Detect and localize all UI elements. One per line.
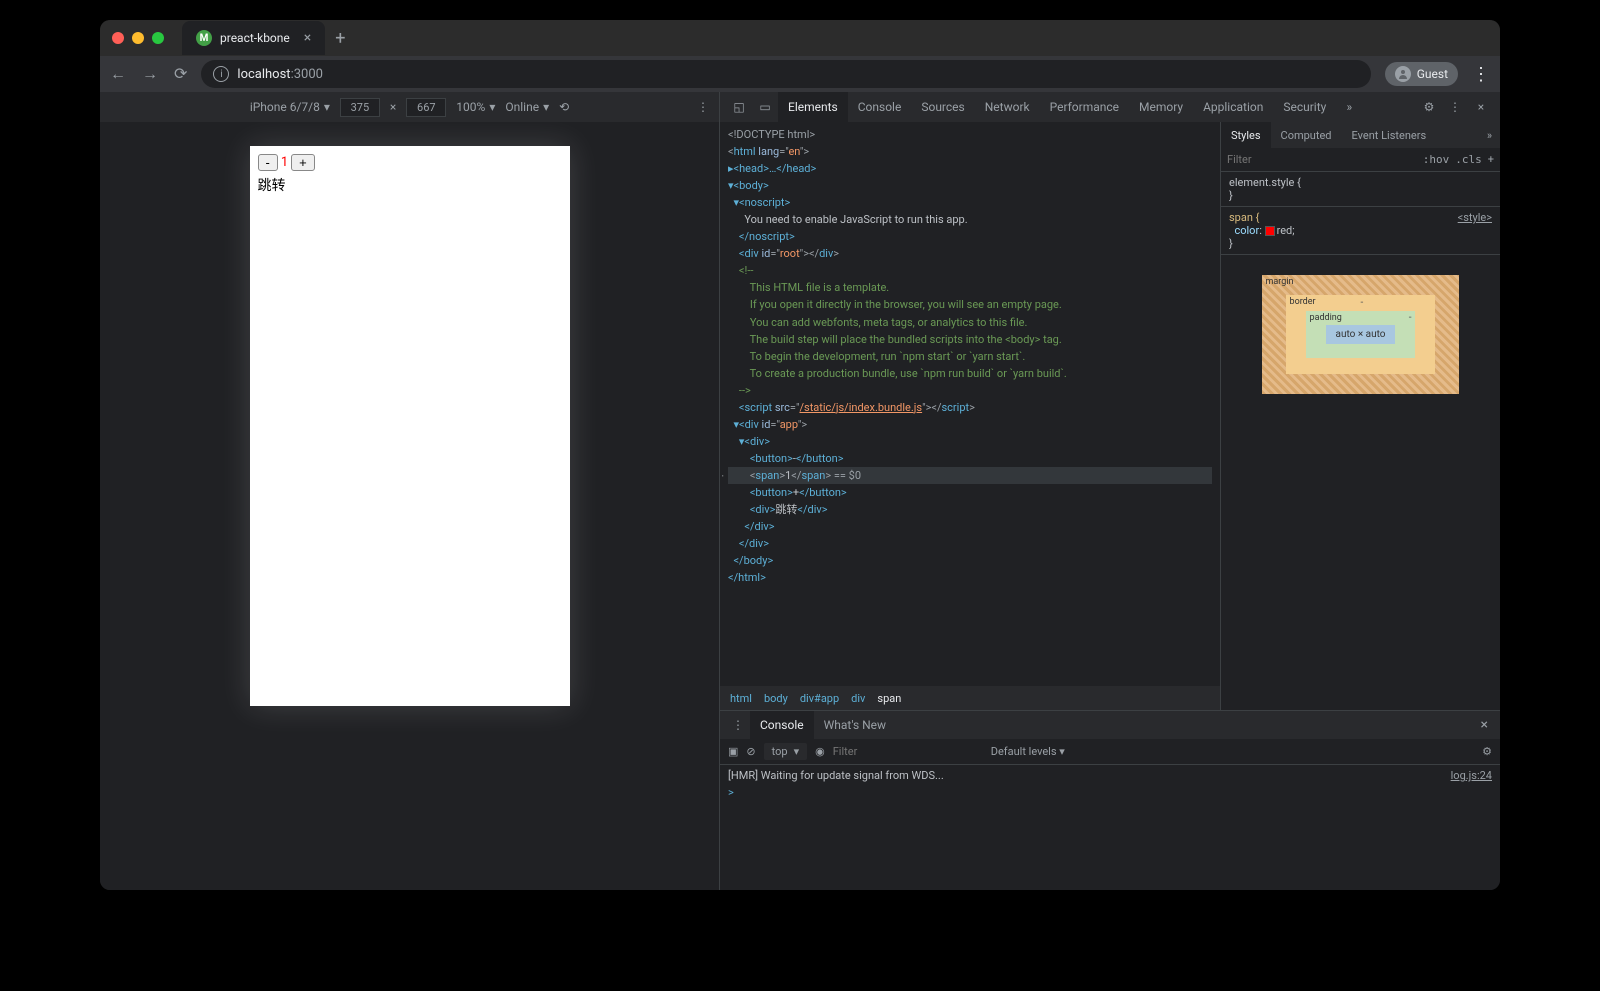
color-swatch[interactable]: [1265, 226, 1275, 236]
address-bar[interactable]: i localhost:3000: [201, 60, 1370, 88]
close-drawer-icon[interactable]: ×: [1475, 717, 1494, 733]
toggle-device-icon[interactable]: ▭: [752, 100, 778, 114]
zoom-select[interactable]: 100% ▾: [456, 100, 495, 114]
viewport-height-input[interactable]: [406, 98, 446, 117]
drawer-tab-whatsnew[interactable]: What's New: [814, 711, 896, 739]
styles-panel: Styles Computed Event Listeners » :hov .…: [1220, 122, 1500, 710]
close-devtools-icon[interactable]: ×: [1468, 100, 1494, 114]
hov-toggle[interactable]: :hov: [1423, 153, 1450, 166]
rotate-icon[interactable]: ⟲: [559, 100, 569, 114]
minimize-window-button[interactable]: [132, 32, 144, 44]
forward-button[interactable]: →: [142, 64, 158, 84]
traffic-lights: [112, 32, 164, 44]
tab-application[interactable]: Application: [1193, 92, 1273, 122]
device-preview-pane: iPhone 6/7/8 ▾ × 100% ▾ Online ▾ ⟲ ⋮ - 1…: [100, 92, 720, 890]
maximize-window-button[interactable]: [152, 32, 164, 44]
console-prompt[interactable]: >: [728, 786, 1492, 799]
browser-window: M preact-kbone × + ← → ⟳ i localhost:300…: [100, 20, 1500, 890]
dom-tree[interactable]: <!DOCTYPE html> <html lang="en"> ▸<head>…: [720, 122, 1220, 686]
tab-security[interactable]: Security: [1273, 92, 1336, 122]
elements-panel: <!DOCTYPE html> <html lang="en"> ▸<head>…: [720, 122, 1220, 710]
box-model-diagram[interactable]: margin border- padding- auto × auto: [1221, 255, 1500, 414]
tab-performance[interactable]: Performance: [1040, 92, 1129, 122]
drawer-tab-console[interactable]: Console: [750, 711, 814, 739]
titlebar: M preact-kbone × +: [100, 20, 1500, 56]
new-style-rule-icon[interactable]: +: [1488, 153, 1494, 166]
rendered-page: - 1 + 跳转: [250, 146, 570, 706]
tab-elements[interactable]: Elements: [778, 92, 848, 122]
site-info-icon[interactable]: i: [213, 66, 229, 82]
computed-tab[interactable]: Computed: [1271, 122, 1342, 148]
close-window-button[interactable]: [112, 32, 124, 44]
favicon: M: [196, 30, 212, 46]
avatar-icon: [1395, 66, 1411, 82]
decrement-button[interactable]: -: [258, 154, 278, 171]
more-options-icon[interactable]: ⋮: [697, 100, 709, 114]
increment-button[interactable]: +: [291, 154, 315, 171]
browser-menu-button[interactable]: ⋮: [1472, 64, 1490, 85]
profile-chip[interactable]: Guest: [1385, 62, 1458, 86]
browser-toolbar: ← → ⟳ i localhost:3000 Guest ⋮: [100, 56, 1500, 92]
url-port: :3000: [291, 67, 323, 82]
viewport-width-input[interactable]: [340, 98, 380, 117]
log-levels-select[interactable]: Default levels ▾: [991, 745, 1065, 758]
back-button[interactable]: ←: [110, 64, 126, 84]
styles-tab[interactable]: Styles: [1221, 122, 1271, 148]
cls-toggle[interactable]: .cls: [1455, 153, 1482, 166]
inspect-element-icon[interactable]: ◱: [726, 100, 752, 114]
styles-filter-input[interactable]: [1227, 153, 1417, 166]
url-host: localhost: [237, 67, 290, 82]
profile-label: Guest: [1417, 67, 1448, 81]
console-drawer: ⋮ Console What's New × ▣ ⊘ top ▾ ◉ Defau…: [720, 710, 1500, 890]
css-rule-block[interactable]: <style> span { color: red; }: [1221, 207, 1500, 255]
more-styles-tabs-icon[interactable]: »: [1479, 129, 1500, 142]
dimension-separator: ×: [390, 100, 396, 114]
breadcrumb[interactable]: html body div#app div span: [720, 686, 1220, 710]
nav-link[interactable]: 跳转: [258, 175, 562, 195]
event-listeners-tab[interactable]: Event Listeners: [1342, 122, 1437, 148]
execution-context-select[interactable]: top ▾: [764, 743, 807, 760]
devtools-tabstrip: ◱ ▭ Elements Console Sources Network Per…: [720, 92, 1500, 122]
browser-tab[interactable]: M preact-kbone ×: [182, 21, 325, 55]
tab-title: preact-kbone: [220, 31, 290, 45]
device-select[interactable]: iPhone 6/7/8 ▾: [250, 100, 330, 114]
chevron-down-icon: ▾: [324, 100, 330, 114]
more-tabs-icon[interactable]: »: [1336, 100, 1362, 114]
console-sidebar-icon[interactable]: ▣: [728, 745, 738, 758]
reload-button[interactable]: ⟳: [174, 64, 187, 84]
close-tab-icon[interactable]: ×: [304, 30, 311, 46]
new-tab-button[interactable]: +: [335, 28, 345, 49]
clear-console-icon[interactable]: ⊘: [746, 745, 755, 758]
browser-tabs: M preact-kbone × +: [182, 21, 345, 55]
console-settings-icon[interactable]: ⚙: [1482, 745, 1492, 758]
console-output[interactable]: [HMR] Waiting for update signal from WDS…: [720, 765, 1500, 890]
drawer-menu-icon[interactable]: ⋮: [726, 718, 750, 732]
console-source-link[interactable]: log.js:24: [1451, 769, 1492, 782]
tab-memory[interactable]: Memory: [1129, 92, 1193, 122]
counter-value: 1: [281, 155, 288, 170]
device-toolbar: iPhone 6/7/8 ▾ × 100% ▾ Online ▾ ⟲ ⋮: [100, 92, 719, 122]
devtools-pane: ◱ ▭ Elements Console Sources Network Per…: [720, 92, 1500, 890]
eye-icon[interactable]: ◉: [815, 745, 825, 758]
devtools-menu-icon[interactable]: ⋮: [1442, 100, 1468, 114]
console-filter-input[interactable]: [833, 745, 983, 758]
settings-icon[interactable]: ⚙: [1416, 100, 1442, 114]
tab-network[interactable]: Network: [975, 92, 1040, 122]
element-style-block[interactable]: element.style { }: [1221, 172, 1500, 207]
viewport-area: - 1 + 跳转: [100, 122, 719, 890]
tab-sources[interactable]: Sources: [911, 92, 974, 122]
throttling-select[interactable]: Online ▾: [505, 100, 549, 114]
selected-dom-node[interactable]: ⋯ <span>1</span> == $0: [728, 467, 1212, 484]
tab-console[interactable]: Console: [848, 92, 912, 122]
console-message: [HMR] Waiting for update signal from WDS…: [728, 769, 944, 782]
